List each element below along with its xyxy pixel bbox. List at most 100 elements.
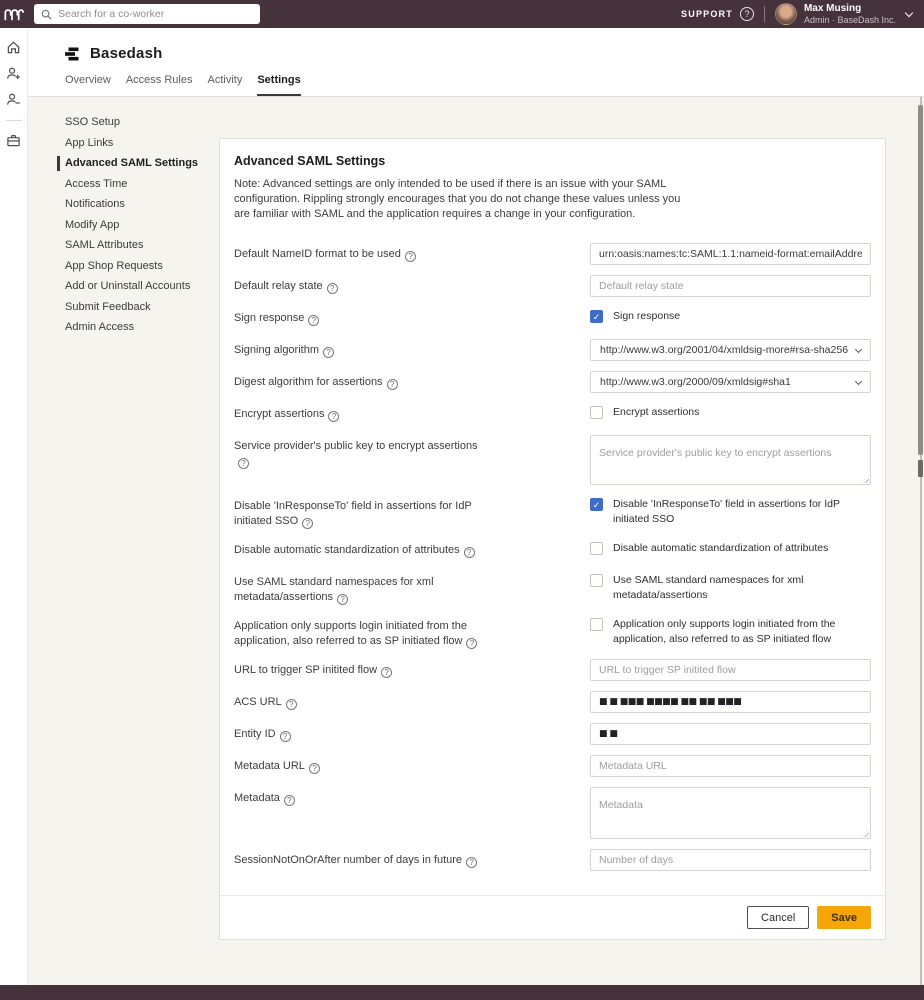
checkbox-field[interactable]: Disable automatic standardization of att… (590, 539, 871, 556)
help-icon[interactable]: ? (309, 763, 320, 774)
text-input[interactable] (590, 275, 871, 297)
sidebar-item-saml-attributes[interactable]: SAML Attributes (65, 235, 215, 256)
text-input[interactable] (590, 755, 871, 777)
tab-access-rules[interactable]: Access Rules (126, 74, 193, 96)
redacted-input[interactable]: ■ ■ (590, 723, 871, 745)
text-input[interactable] (590, 243, 871, 265)
textarea-input[interactable]: Service provider's public key to encrypt… (590, 435, 871, 485)
sidebar-item-notifications[interactable]: Notifications (65, 194, 215, 215)
remove-user-icon[interactable] (6, 92, 21, 107)
help-icon[interactable]: ? (387, 379, 398, 390)
help-icon[interactable]: ? (466, 638, 477, 649)
form-row: URL to trigger SP initited flow? (234, 659, 871, 681)
checkbox-field[interactable]: Encrypt assertions (590, 403, 871, 420)
form-row: Disable automatic standardization of att… (234, 539, 871, 561)
checkbox-unchecked[interactable] (590, 542, 603, 555)
home-icon[interactable] (6, 40, 21, 55)
checkbox-unchecked[interactable] (590, 574, 603, 587)
help-icon[interactable]: ? (323, 347, 334, 358)
form-row: Entity ID?■ ■ (234, 723, 871, 745)
sidebar-item-submit-feedback[interactable]: Submit Feedback (65, 297, 215, 318)
cancel-button[interactable]: Cancel (747, 906, 809, 929)
form-row-label: Disable automatic standardization of att… (234, 539, 590, 561)
sidebar-item-add-or-uninstall-accounts[interactable]: Add or Uninstall Accounts (65, 276, 215, 297)
help-icon[interactable]: ? (284, 795, 295, 806)
sidebar-item-sso-setup[interactable]: SSO Setup (65, 112, 215, 133)
redacted-input[interactable]: ■ ■ ■■■ ■■■■ ■■ ■■ ■■■ (590, 691, 871, 713)
text-input[interactable] (590, 659, 871, 681)
form-row-control: ✓Disable 'InResponseTo' field in asserti… (590, 495, 871, 529)
help-icon[interactable]: ? (286, 699, 297, 710)
global-search[interactable] (34, 4, 260, 24)
checkbox-checked[interactable]: ✓ (590, 310, 603, 323)
text-input[interactable] (590, 849, 871, 871)
form-row-label: Service provider's public key to encrypt… (234, 435, 590, 485)
briefcase-icon[interactable] (6, 133, 21, 148)
form-row: Use SAML standard namespaces for xml met… (234, 571, 871, 605)
help-icon[interactable]: ? (464, 547, 475, 558)
sidebar-item-app-shop-requests[interactable]: App Shop Requests (65, 256, 215, 277)
save-button[interactable]: Save (817, 906, 871, 929)
help-icon[interactable]: ? (308, 315, 319, 326)
tab-bar: Overview Access Rules Activity Settings (65, 74, 301, 96)
form-row-label-text: Service provider's public key to encrypt… (234, 439, 486, 469)
resize-handle-icon[interactable] (861, 475, 869, 483)
card-note: Note: Advanced settings are only intende… (234, 177, 692, 222)
form-row-control: Service provider's public key to encrypt… (590, 435, 871, 485)
help-icon[interactable]: ? (337, 594, 348, 605)
chevron-down-icon[interactable] (905, 9, 913, 17)
help-icon[interactable]: ? (280, 731, 291, 742)
help-icon[interactable]: ? (302, 518, 313, 529)
checkbox-field[interactable]: Use SAML standard namespaces for xml met… (590, 571, 871, 603)
help-icon[interactable]: ? (238, 458, 249, 469)
scrollbar-thumb-inner[interactable] (918, 460, 923, 477)
checkbox-unchecked[interactable] (590, 618, 603, 631)
help-icon[interactable]: ? (381, 667, 392, 678)
help-icon[interactable]: ? (327, 283, 338, 294)
help-icon[interactable]: ? (405, 251, 416, 262)
resize-handle-icon[interactable] (861, 829, 869, 837)
textarea-input[interactable]: Metadata (590, 787, 871, 839)
sidebar-item-access-time[interactable]: Access Time (65, 174, 215, 195)
checkbox-field[interactable]: ✓Disable 'InResponseTo' field in asserti… (590, 495, 871, 527)
tab-settings[interactable]: Settings (257, 74, 300, 96)
help-icon[interactable]: ? (466, 857, 477, 868)
scrollbar-thumb[interactable] (918, 105, 923, 455)
tab-overview[interactable]: Overview (65, 74, 111, 96)
checkbox-unchecked[interactable] (590, 406, 603, 419)
saml-settings-form: Default NameID format to be used?Default… (234, 243, 871, 871)
sidebar-item-modify-app[interactable]: Modify App (65, 215, 215, 236)
sidebar-item-advanced-saml-settings[interactable]: Advanced SAML Settings (65, 153, 215, 174)
form-row-label: Signing algorithm? (234, 339, 590, 361)
form-row: Metadata URL? (234, 755, 871, 777)
select-input[interactable]: http://www.w3.org/2001/04/xmldsig-more#r… (590, 339, 871, 361)
label-text: Metadata (234, 792, 280, 804)
sidebar-item-admin-access[interactable]: Admin Access (65, 317, 215, 338)
form-row: Digest algorithm for assertions? http://w… (234, 371, 871, 393)
form-row-control: ■ ■ (590, 723, 871, 745)
form-row-control: Application only supports login initiate… (590, 615, 871, 649)
support-link[interactable]: SUPPORT (681, 9, 733, 19)
checkbox-field[interactable]: ✓Sign response (590, 307, 871, 324)
form-row-label: SessionNotOnOrAfter number of days in fu… (234, 849, 590, 871)
form-row-control: Disable automatic standardization of att… (590, 539, 871, 561)
user-menu[interactable]: Max Musing Admin · BaseDash Inc. (804, 3, 896, 25)
user-name: Max Musing (804, 3, 896, 15)
form-row-label: Digest algorithm for assertions? (234, 371, 590, 393)
help-icon[interactable]: ? (328, 411, 339, 422)
tab-activity[interactable]: Activity (207, 74, 242, 96)
select-input[interactable]: http://www.w3.org/2000/09/xmldsig#sha1 (590, 371, 871, 393)
search-input[interactable] (58, 8, 253, 20)
checkbox-field[interactable]: Application only supports login initiate… (590, 615, 871, 647)
checkbox-checked[interactable]: ✓ (590, 498, 603, 511)
form-row-control: ✓Sign response (590, 307, 871, 329)
add-user-icon[interactable] (6, 66, 21, 81)
avatar[interactable] (775, 3, 797, 25)
rippling-logo[interactable] (0, 8, 28, 21)
form-row: Encrypt assertions? Encrypt assertions (234, 403, 871, 425)
help-circle-icon[interactable]: ? (740, 7, 754, 21)
user-role: Admin · BaseDash Inc. (804, 15, 896, 25)
sidebar-item-app-links[interactable]: App Links (65, 133, 215, 154)
label-text: Encrypt assertions (234, 408, 324, 420)
select-value: http://www.w3.org/2000/09/xmldsig#sha1 (600, 376, 856, 388)
